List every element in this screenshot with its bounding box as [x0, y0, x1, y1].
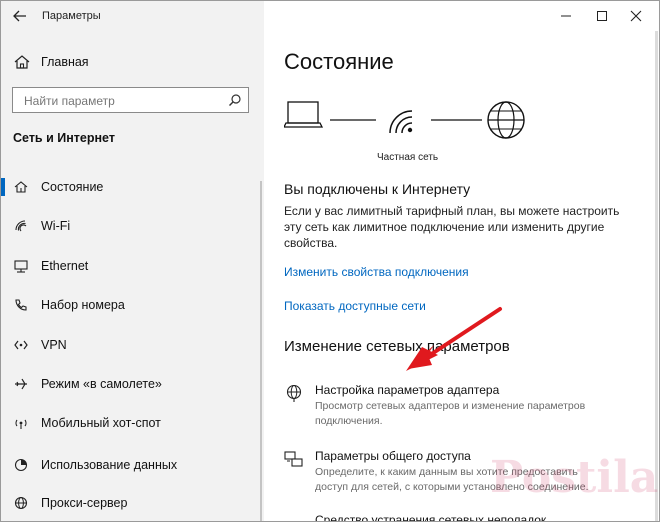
- sidebar-item-proxy[interactable]: Прокси-сервер: [1, 490, 264, 516]
- close-icon: [630, 10, 642, 22]
- sidebar-item-status[interactable]: Состояние: [1, 174, 264, 200]
- sidebar-item-label: VPN: [41, 338, 67, 352]
- sidebar-item-label: Использование данных: [41, 458, 178, 472]
- back-button[interactable]: [11, 7, 29, 25]
- option-title: Параметры общего доступа: [315, 449, 471, 463]
- sidebar-item-label: Состояние: [41, 180, 104, 194]
- router-wifi-icon: [389, 110, 413, 134]
- sidebar-item-label: Набор номера: [41, 298, 125, 312]
- search-placeholder: Найти параметр: [24, 94, 115, 108]
- connection-heading: Вы подключены к Интернету: [284, 181, 471, 197]
- airplane-icon: [15, 378, 27, 390]
- change-connection-properties-link[interactable]: Изменить свойства подключения: [284, 265, 469, 279]
- wifi-icon: [15, 220, 27, 232]
- arrow-left-icon: [13, 10, 26, 22]
- sharing-icon: [284, 451, 303, 467]
- hotspot-icon: [15, 419, 27, 429]
- connection-description: Если у вас лимитный тарифный план, вы мо…: [284, 204, 620, 250]
- troubleshoot-icon: [284, 513, 304, 522]
- sidebar-section-title: Сеть и Интернет: [13, 131, 115, 145]
- laptop-icon: [284, 101, 324, 128]
- sidebar-home-label: Главная: [41, 55, 89, 69]
- sidebar-item-hotspot[interactable]: Мобильный хот-спот: [1, 410, 264, 436]
- sidebar-item-wifi[interactable]: Wi-Fi: [1, 213, 264, 239]
- main-content: Состояние Частная сеть Вы подключены к И…: [264, 1, 659, 521]
- sidebar-scrollbar[interactable]: [260, 181, 262, 521]
- page-title: Состояние: [284, 49, 394, 74]
- internet-globe-icon: [487, 101, 525, 139]
- sidebar-item-label: Мобильный хот-спот: [41, 416, 161, 430]
- sidebar-item-data-usage[interactable]: Использование данных: [1, 452, 264, 478]
- sidebar: Главная Найти параметр Сеть и Интернет С…: [1, 1, 264, 521]
- sidebar-home[interactable]: Главная: [1, 49, 264, 75]
- adapter-globe-icon: [286, 384, 302, 402]
- maximize-button[interactable]: [587, 6, 617, 26]
- sidebar-item-label: Прокси-сервер: [41, 496, 128, 510]
- option-description: Просмотр сетевых адаптеров и изменение п…: [315, 400, 586, 427]
- home-icon: [14, 55, 30, 69]
- sidebar-item-label: Режим «в самолете»: [41, 377, 162, 391]
- sharing-options-item[interactable]: Параметры общего доступа Определите, к к…: [284, 449, 644, 499]
- minimize-button[interactable]: [551, 6, 581, 26]
- sidebar-item-ethernet[interactable]: Ethernet: [1, 253, 264, 279]
- window-scrollbar[interactable]: [655, 31, 658, 521]
- phone-icon: [15, 299, 27, 311]
- active-indicator: [1, 178, 5, 196]
- sidebar-item-vpn[interactable]: VPN: [1, 332, 264, 358]
- vpn-icon: [14, 340, 28, 350]
- globe-icon: [14, 496, 28, 510]
- sidebar-item-label: Wi-Fi: [41, 219, 71, 233]
- minimize-icon: [561, 15, 571, 17]
- home-network-icon: [14, 181, 28, 193]
- sidebar-item-dialup[interactable]: Набор номера: [1, 292, 264, 318]
- network-type-label: Частная сеть: [377, 152, 439, 163]
- troubleshooter-item[interactable]: Средство устранения сетевых неполадок: [284, 513, 644, 522]
- show-available-networks-link[interactable]: Показать доступные сети: [284, 299, 426, 313]
- maximize-icon: [597, 11, 607, 21]
- title-bar: Параметры: [1, 1, 659, 31]
- ethernet-icon: [14, 260, 28, 273]
- option-title: Средство устранения сетевых неполадок: [315, 513, 547, 522]
- network-status-diagram: [284, 101, 525, 139]
- close-button[interactable]: [621, 6, 651, 26]
- settings-window: Главная Найти параметр Сеть и Интернет С…: [0, 0, 660, 522]
- window-title: Параметры: [42, 10, 101, 22]
- search-input[interactable]: Найти параметр: [12, 87, 249, 113]
- sidebar-item-airplane[interactable]: Режим «в самолете»: [1, 371, 264, 397]
- change-network-settings-heading: Изменение сетевых параметров: [284, 338, 510, 355]
- data-usage-icon: [14, 458, 28, 472]
- sidebar-item-label: Ethernet: [41, 259, 89, 273]
- adapter-options-item[interactable]: Настройка параметров адаптера Просмотр с…: [284, 383, 644, 433]
- option-description: Определите, к каким данным вы хотите пре…: [315, 466, 589, 493]
- option-title: Настройка параметров адаптера: [315, 383, 500, 397]
- search-icon: [229, 94, 241, 106]
